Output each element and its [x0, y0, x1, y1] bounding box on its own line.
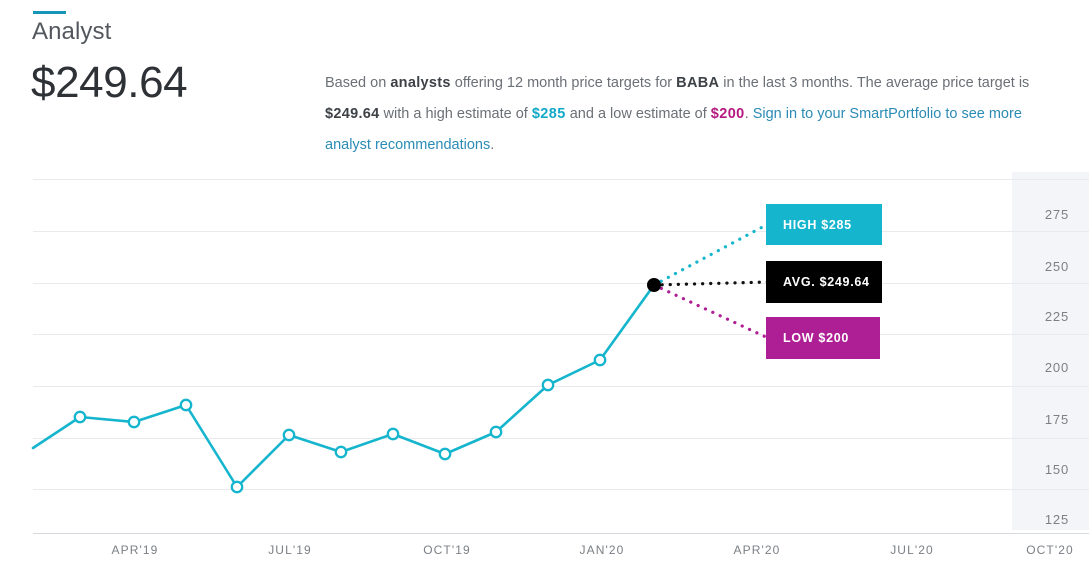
y-axis-label-250: 250 — [1044, 259, 1069, 274]
x-axis-label-oct20: OCT'20 — [1026, 543, 1074, 557]
x-axis-label-apr19: APR'19 — [111, 543, 159, 557]
x-axis-label-jan20: JAN'20 — [579, 543, 625, 557]
y-axis-label-150: 150 — [1044, 462, 1069, 477]
x-axis-label-jul19: JUL'19 — [268, 543, 312, 557]
price-target-chart — [0, 0, 1089, 575]
y-axis-label-125: 125 — [1044, 512, 1069, 527]
analyst-price-target-panel: Analyst $249.64 Based on analysts offeri… — [0, 0, 1089, 575]
current-average-point — [647, 278, 661, 292]
y-axis-label-200: 200 — [1044, 360, 1069, 375]
y-axis-label-275: 275 — [1044, 207, 1069, 222]
projection-line-low — [652, 283, 770, 340]
price-history-markers — [73, 353, 607, 494]
projection-line-high — [652, 222, 770, 287]
callout-high-estimate[interactable]: HIGH $285 — [766, 204, 882, 245]
x-axis-label-jul20: JUL'20 — [890, 543, 934, 557]
y-axis-label-175: 175 — [1044, 412, 1069, 427]
callout-average-estimate[interactable]: AVG. $249.64 — [766, 261, 882, 303]
x-axis-label-oct19: OCT'19 — [423, 543, 471, 557]
chart-gridlines — [33, 179, 1089, 490]
x-axis-label-apr20: APR'20 — [733, 543, 781, 557]
projection-line-avg — [652, 280, 770, 287]
callout-low-estimate[interactable]: LOW $200 — [766, 317, 880, 359]
y-axis-label-225: 225 — [1044, 309, 1069, 324]
